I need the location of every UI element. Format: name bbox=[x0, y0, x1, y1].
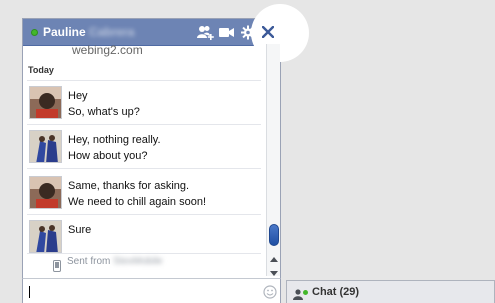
message-text: So, what's up? bbox=[68, 106, 140, 118]
scroll-up-arrow-icon[interactable] bbox=[270, 251, 278, 262]
contact-last-name: Cabrera bbox=[89, 25, 135, 39]
sent-from-label: Sent from StexMobile bbox=[67, 256, 163, 267]
divider bbox=[27, 168, 261, 169]
contact-subtitle: webing2.com bbox=[72, 43, 143, 57]
message-text: Sure bbox=[68, 224, 92, 236]
emoji-icon[interactable] bbox=[263, 285, 277, 299]
message-text: We need to chill again soon! bbox=[68, 196, 206, 208]
chat-titlebar[interactable]: Pauline Cabrera bbox=[23, 19, 280, 46]
chat-tab-text: Chat bbox=[312, 286, 337, 298]
divider bbox=[27, 253, 261, 254]
sent-from-device: StexMobile bbox=[113, 256, 163, 267]
chat-screen: Pauline Cabrera webing2.com Today Hey So… bbox=[0, 0, 495, 303]
message-text: Hey bbox=[68, 90, 88, 102]
avatar[interactable] bbox=[29, 130, 62, 163]
day-label: Today bbox=[28, 65, 54, 75]
contact-name[interactable]: Pauline Cabrera bbox=[43, 25, 134, 39]
text-caret bbox=[29, 286, 30, 298]
message-composer bbox=[22, 278, 281, 303]
sent-from-prefix: Sent from bbox=[67, 256, 111, 267]
divider bbox=[27, 214, 261, 215]
online-status-icon bbox=[303, 290, 308, 295]
message-text: Hey, nothing really. bbox=[68, 134, 161, 146]
chat-online-count: (29) bbox=[339, 286, 360, 298]
avatar[interactable] bbox=[29, 176, 62, 209]
message-list: Today Hey So, what's up? Hey, nothing re… bbox=[22, 59, 266, 278]
mobile-phone-icon bbox=[53, 259, 61, 272]
close-button-highlight bbox=[251, 4, 309, 62]
video-call-icon[interactable] bbox=[219, 25, 235, 40]
scrollbar-thumb[interactable] bbox=[269, 224, 279, 246]
chat-sidebar-tab[interactable]: Chat (29) bbox=[286, 280, 495, 303]
message-text: Same, thanks for asking. bbox=[68, 180, 190, 192]
add-friends-icon[interactable] bbox=[197, 25, 214, 40]
contact-first-name: Pauline bbox=[43, 25, 86, 39]
chat-tab-label: Chat (29) bbox=[312, 286, 359, 298]
person-icon bbox=[293, 287, 303, 300]
close-icon[interactable] bbox=[261, 25, 275, 39]
scroll-down-arrow-icon[interactable] bbox=[270, 264, 278, 276]
message-scrollbar[interactable] bbox=[266, 44, 280, 276]
divider bbox=[27, 80, 261, 81]
message-input[interactable] bbox=[27, 284, 253, 300]
avatar[interactable] bbox=[29, 86, 62, 119]
avatar[interactable] bbox=[29, 220, 62, 253]
message-text: How about you? bbox=[68, 150, 148, 162]
divider bbox=[27, 124, 261, 125]
online-status-icon bbox=[31, 29, 38, 36]
